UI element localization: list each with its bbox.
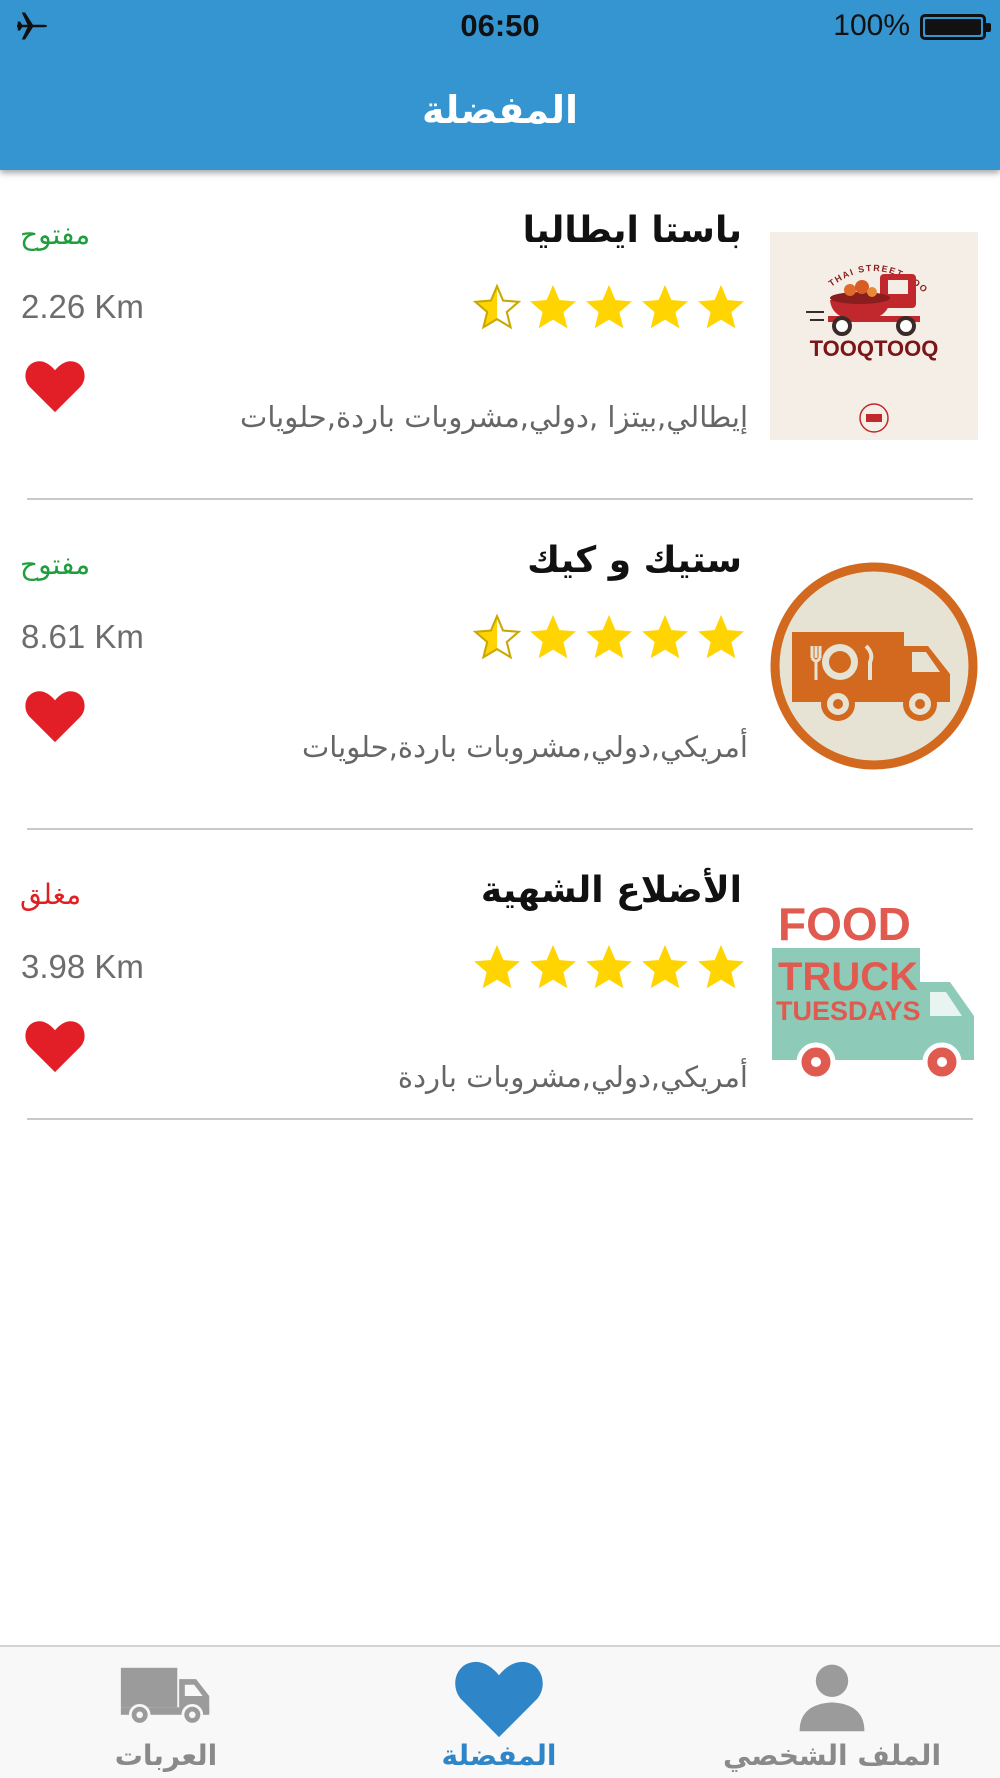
open-status-label: مفتوح [20, 218, 91, 251]
distance-label: 3.98 Km [21, 948, 144, 985]
distance-label: 8.61 Km [21, 618, 144, 655]
star-full-icon [642, 284, 688, 329]
truck-name: ستيك و كيك [527, 540, 742, 581]
divider [27, 1118, 973, 1120]
svg-text:TUESDAYS: TUESDAYS [776, 996, 921, 1026]
list-item[interactable]: ستيك و كيك أمريكي,دولي,مشروبات باردة,حلو… [0, 500, 1000, 830]
list-item[interactable]: FOOD TRUCK TUESDAYS الأضلاع الشهية أمريك… [0, 830, 1000, 1160]
star-full-icon [474, 944, 520, 989]
svg-text:TRUCK: TRUCK [778, 955, 918, 999]
star-full-icon [530, 284, 576, 329]
star-full-icon [530, 614, 576, 659]
list-item[interactable]: THAI STREET FOOD TOOQTOOQ باستا ايطاليا … [0, 170, 1000, 500]
star-full-icon [642, 944, 688, 989]
rating-stars [472, 282, 746, 332]
food-truck-tuesdays-logo: FOOD TRUCK TUESDAYS [770, 892, 978, 1100]
truck-icon [120, 1667, 210, 1726]
star-full-icon [698, 944, 744, 989]
truck-name: الأضلاع الشهية [480, 870, 742, 911]
tab-bar: العربات المفضلة الملف الشخصي [0, 1645, 1000, 1778]
tab-trucks[interactable]: العربات [36, 1647, 296, 1778]
star-full-icon [586, 284, 632, 329]
tab-label: المفضلة [441, 1739, 557, 1772]
svg-text:FOOD: FOOD [778, 898, 911, 950]
heart-icon [455, 1661, 543, 1738]
tab-profile[interactable]: الملف الشخصي [702, 1647, 962, 1778]
star-full-icon [586, 944, 632, 989]
app-header: 06:50 100% المفضلة [0, 0, 1000, 170]
food-truck-circle-logo [770, 562, 978, 770]
heart-icon[interactable] [24, 356, 86, 414]
tab-label: العربات [114, 1739, 218, 1772]
distance-label: 2.26 Km [21, 288, 144, 325]
battery-icon [920, 14, 991, 40]
truck-name: باستا ايطاليا [522, 210, 742, 251]
battery-percentage: 100% [833, 9, 910, 42]
star-half-icon [472, 613, 522, 660]
cuisine-tags: إيطالي,بيتزا ,دولي,مشروبات باردة,حلويات [240, 400, 748, 434]
star-full-icon [698, 614, 744, 659]
heart-icon[interactable] [24, 1016, 86, 1074]
star-full-icon [698, 284, 744, 329]
page-title: المفضلة [421, 88, 579, 132]
rating-stars [472, 942, 746, 992]
star-full-icon [586, 614, 632, 659]
open-status-label: مفتوح [20, 548, 91, 581]
rating-stars [472, 612, 746, 662]
closed-status-label: مغلق [20, 878, 82, 911]
star-full-icon [642, 614, 688, 659]
star-full-icon [530, 944, 576, 989]
tooqtooq-logo: THAI STREET FOOD TOOQTOOQ [770, 232, 978, 440]
star-half-icon [472, 283, 522, 330]
tab-favorites[interactable]: المفضلة [369, 1647, 629, 1778]
cuisine-tags: أمريكي,دولي,مشروبات باردة,حلويات [301, 730, 748, 764]
svg-text:TOOQTOOQ: TOOQTOOQ [810, 336, 939, 361]
heart-icon[interactable] [24, 686, 86, 744]
status-bar: 06:50 100% [0, 0, 1000, 56]
favorites-list: THAI STREET FOOD TOOQTOOQ باستا ايطاليا … [0, 170, 1000, 1160]
tab-label: الملف الشخصي [722, 1739, 942, 1772]
person-icon [799, 1664, 865, 1732]
cuisine-tags: أمريكي,دولي,مشروبات باردة [397, 1060, 748, 1094]
